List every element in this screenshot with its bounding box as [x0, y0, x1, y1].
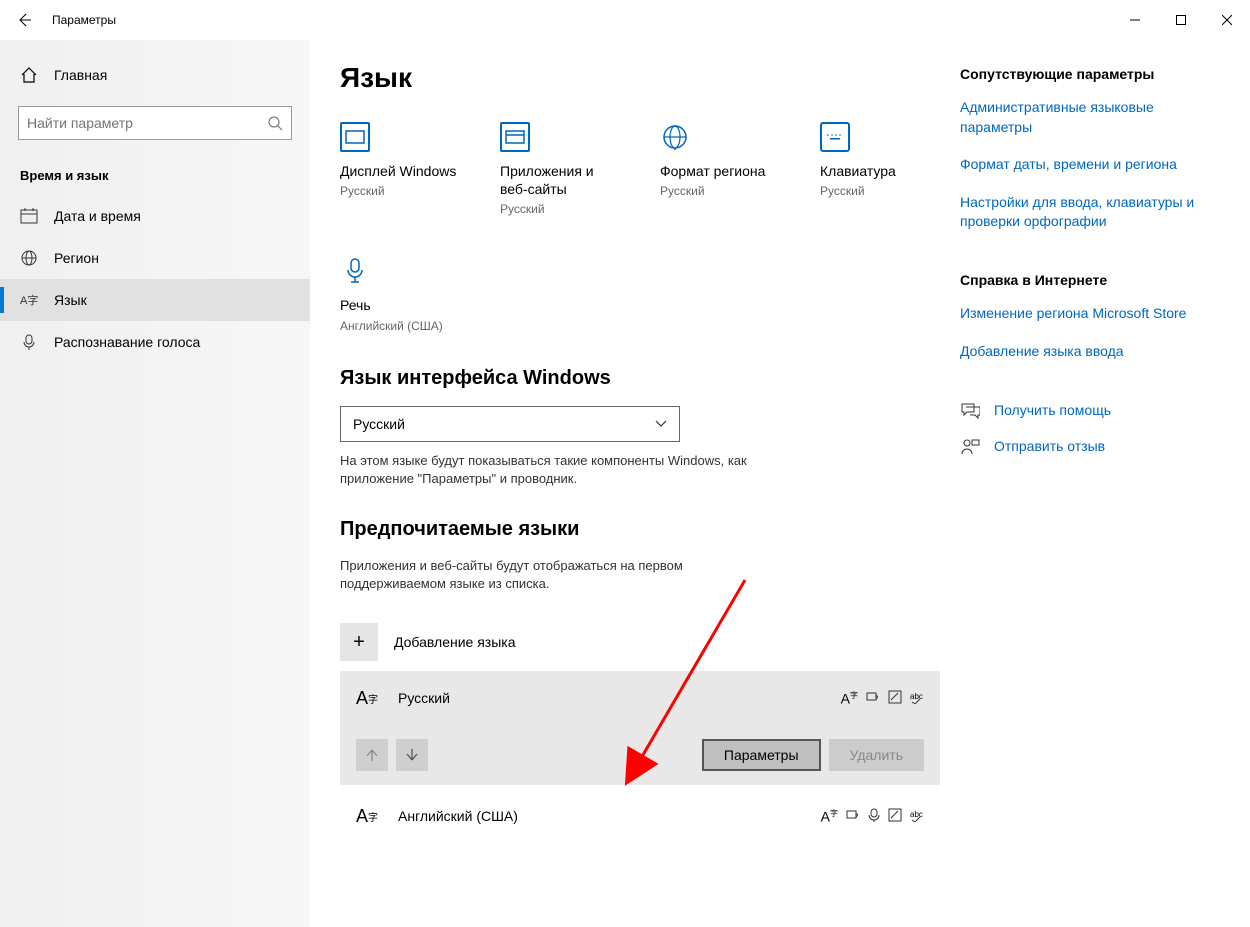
sidebar-item-region[interactable]: Регион: [0, 237, 310, 279]
sidebar-home-label: Главная: [54, 67, 107, 83]
link-add-input-lang[interactable]: Добавление языка ввода: [960, 342, 1220, 362]
language-name: Английский (США): [398, 808, 518, 824]
search-icon: [267, 115, 283, 131]
language-icon: A字: [20, 291, 38, 309]
display-lang-heading: Язык интерфейса Windows: [340, 367, 940, 390]
maximize-button[interactable]: [1158, 0, 1204, 40]
svg-text:abc: abc: [910, 810, 923, 819]
tile-sub: Русский: [820, 184, 940, 198]
sidebar-item-label: Дата и время: [54, 208, 141, 224]
keyboard-icon: [820, 122, 850, 152]
language-name: Русский: [398, 690, 450, 706]
plus-icon: +: [340, 623, 378, 661]
link-input-settings[interactable]: Настройки для ввода, клавиатуры и провер…: [960, 193, 1220, 232]
region-icon: [20, 249, 38, 267]
move-up-button[interactable]: [356, 739, 388, 771]
spellcheck-icon: abc: [910, 808, 924, 825]
tile-sub: Английский (США): [340, 319, 460, 333]
window-icon: [500, 122, 530, 152]
close-button[interactable]: [1204, 0, 1250, 40]
tile-label: Дисплей Windows: [340, 162, 460, 180]
tile-sub: Русский: [660, 184, 780, 198]
window-title: Параметры: [52, 13, 116, 27]
mic-icon: [340, 256, 370, 286]
preferred-desc: Приложения и веб-сайты будут отображатьс…: [340, 557, 770, 593]
display-lang-dropdown[interactable]: Русский: [340, 406, 680, 442]
feedback-person-icon: [960, 437, 980, 457]
spellcheck-icon: abc: [910, 690, 924, 707]
language-card-english[interactable]: A字 Английский (США) A字 abc: [340, 789, 940, 843]
back-button[interactable]: [14, 10, 34, 30]
monitor-icon: [340, 122, 370, 152]
sidebar-item-language[interactable]: A字 Язык: [0, 279, 310, 321]
tile-label: Приложения и веб-сайты: [500, 162, 620, 198]
sidebar-item-label: Регион: [54, 250, 99, 266]
help-header: Справка в Интернете: [960, 272, 1220, 288]
link-datetime-format[interactable]: Формат даты, времени и региона: [960, 155, 1220, 175]
language-card-russian[interactable]: A字 Русский A字 abc Параметры Удалит: [340, 671, 940, 785]
link-admin-lang[interactable]: Административные языковые параметры: [960, 98, 1220, 137]
page-title: Язык: [340, 62, 940, 94]
tts-icon: [846, 808, 860, 825]
sidebar-item-label: Язык: [54, 292, 87, 308]
minimize-button[interactable]: [1112, 0, 1158, 40]
display-lang-icon: A字: [821, 808, 838, 825]
tts-icon: [866, 690, 880, 707]
chevron-down-icon: [655, 420, 667, 428]
handwriting-icon: [888, 808, 902, 825]
search-input[interactable]: [27, 115, 267, 131]
tile-region[interactable]: Формат региона Русский: [660, 122, 780, 216]
tile-label: Клавиатура: [820, 162, 940, 180]
tile-speech[interactable]: Речь Английский (США): [340, 256, 460, 332]
feedback-link[interactable]: Отправить отзыв: [960, 437, 1220, 457]
speech-icon: [868, 808, 880, 825]
datetime-icon: [20, 207, 38, 225]
sidebar-item-label: Распознавание голоса: [54, 334, 200, 350]
tile-keyboard[interactable]: Клавиатура Русский: [820, 122, 940, 216]
home-icon: [20, 66, 38, 84]
language-options-button[interactable]: Параметры: [702, 739, 821, 771]
sidebar-home[interactable]: Главная: [0, 58, 310, 92]
help-chat-icon: [960, 401, 980, 421]
language-glyph-icon: A字: [356, 803, 382, 829]
globe-icon: [660, 122, 690, 152]
tile-sub: Русский: [340, 184, 460, 198]
display-lang-desc: На этом языке будут показываться такие к…: [340, 452, 770, 488]
tile-label: Речь: [340, 296, 460, 314]
display-lang-icon: A字: [841, 690, 858, 707]
preferred-heading: Предпочитаемые языки: [340, 518, 940, 541]
language-feature-icons: A字 abc: [821, 808, 924, 825]
dropdown-value: Русский: [353, 416, 405, 432]
category-header: Время и язык: [0, 160, 310, 195]
search-box[interactable]: [18, 106, 292, 140]
sidebar-item-datetime[interactable]: Дата и время: [0, 195, 310, 237]
add-language-button[interactable]: + Добавление языка: [340, 623, 940, 661]
related-header: Сопутствующие параметры: [960, 66, 1220, 82]
link-change-store-region[interactable]: Изменение региона Microsoft Store: [960, 304, 1220, 324]
get-help-link[interactable]: Получить помощь: [960, 401, 1220, 421]
svg-text:A字: A字: [20, 293, 38, 307]
microphone-icon: [20, 333, 38, 351]
move-down-button[interactable]: [396, 739, 428, 771]
tile-apps[interactable]: Приложения и веб-сайты Русский: [500, 122, 620, 216]
tile-sub: Русский: [500, 202, 620, 216]
tile-display[interactable]: Дисплей Windows Русский: [340, 122, 460, 216]
tile-label: Формат региона: [660, 162, 780, 180]
language-feature-icons: A字 abc: [841, 690, 924, 707]
svg-text:abc: abc: [910, 692, 923, 701]
handwriting-icon: [888, 690, 902, 707]
language-remove-button: Удалить: [829, 739, 924, 771]
add-language-label: Добавление языка: [394, 634, 516, 650]
sidebar-item-speech[interactable]: Распознавание голоса: [0, 321, 310, 363]
language-glyph-icon: A字: [356, 685, 382, 711]
